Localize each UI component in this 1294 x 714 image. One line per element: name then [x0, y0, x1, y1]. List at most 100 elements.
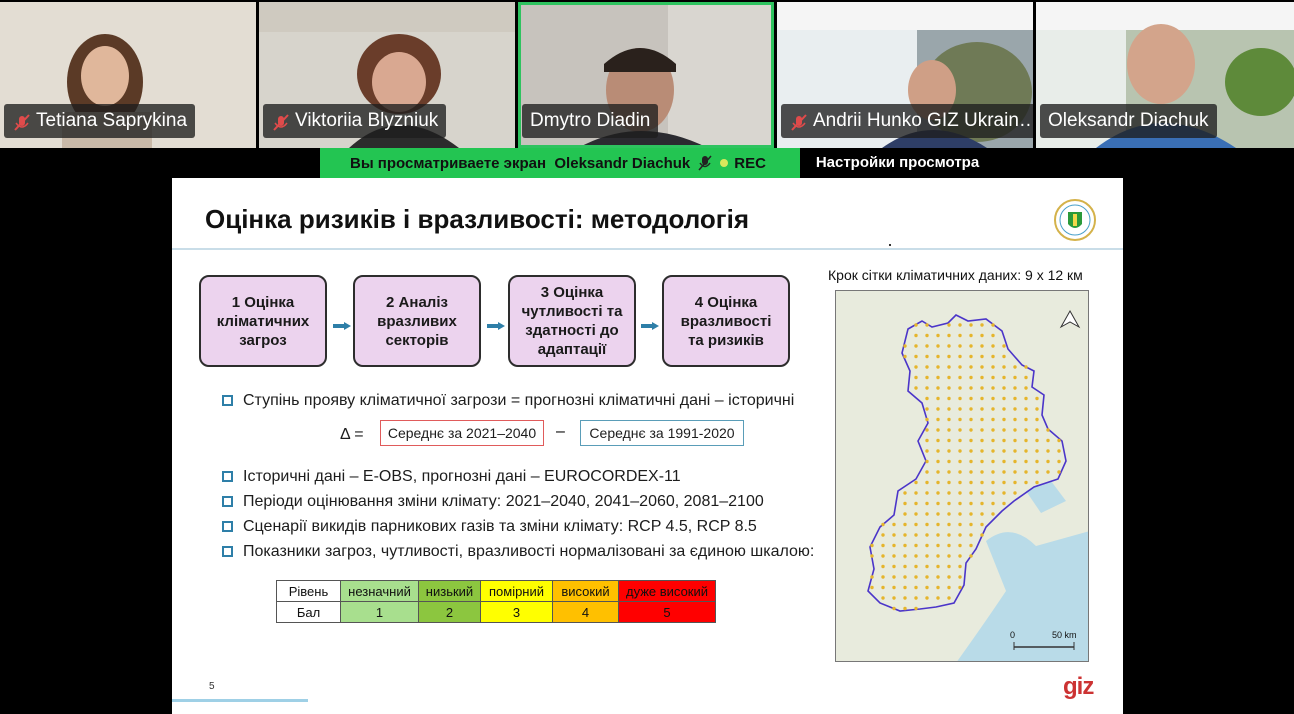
grid-point — [991, 417, 995, 422]
grid-point — [936, 386, 940, 390]
grid-point — [1013, 375, 1017, 380]
step-box-1: 1 Оцінка кліматичних загроз — [199, 275, 327, 367]
video-tile-active[interactable]: Dmytro Diadin — [518, 2, 774, 148]
grid-point — [958, 323, 962, 327]
grid-point — [1013, 438, 1017, 443]
grid-point — [903, 564, 907, 569]
grid-point — [1057, 470, 1061, 474]
grid-point — [914, 585, 918, 590]
video-tile[interactable]: Andrii Hunko GIZ Ukrain… — [777, 2, 1033, 148]
grid-point — [958, 554, 962, 558]
grid-point — [925, 512, 929, 516]
grid-point — [958, 459, 962, 464]
grid-point — [991, 407, 995, 411]
grid-point — [1024, 386, 1028, 390]
grid-point — [1013, 491, 1017, 495]
grid-point — [958, 449, 962, 453]
grid-point — [991, 480, 995, 485]
region-map: 0 50 km — [835, 290, 1089, 662]
grid-point — [903, 354, 907, 359]
grid-point — [980, 522, 984, 527]
grid-point — [881, 585, 885, 590]
grid-point — [925, 470, 929, 474]
grid-point — [1057, 459, 1061, 464]
grid-point — [892, 575, 896, 579]
view-settings-button[interactable]: Настройки просмотра — [800, 148, 995, 178]
grid-point — [1002, 344, 1006, 348]
grid-point — [980, 438, 984, 443]
footer-accent-line — [172, 699, 308, 702]
video-tile[interactable]: Tetiana Saprykina — [0, 2, 256, 148]
grid-point — [969, 323, 973, 327]
grid-point — [958, 585, 962, 590]
grid-point — [969, 554, 973, 558]
grid-point — [969, 512, 973, 516]
grid-point — [947, 407, 951, 411]
bullet-square-icon — [222, 546, 233, 557]
grid-point — [947, 512, 951, 516]
grid-point — [936, 354, 940, 359]
grid-point — [925, 554, 929, 558]
grid-point — [925, 543, 929, 548]
grid-point — [914, 354, 918, 359]
grid-point — [980, 459, 984, 464]
grid-point — [936, 459, 940, 464]
video-tile[interactable]: Viktoriia Blyzniuk — [259, 2, 515, 148]
grid-point — [1002, 480, 1006, 485]
grid-point — [958, 533, 962, 537]
mic-icon — [698, 155, 712, 171]
grid-point — [914, 375, 918, 380]
grid-point — [991, 501, 995, 506]
grid-point — [925, 491, 929, 495]
grid-point — [925, 323, 929, 327]
grid-point — [980, 333, 984, 338]
grid-point — [947, 480, 951, 485]
grid-point — [903, 501, 907, 506]
arrow-right-icon — [333, 322, 351, 330]
grid-point — [969, 438, 973, 443]
brand-logo: giz — [1063, 673, 1094, 700]
grid-point — [991, 491, 995, 495]
grid-point — [903, 596, 907, 600]
grid-point — [969, 522, 973, 527]
grid-point — [1013, 480, 1017, 485]
grid-point — [925, 522, 929, 527]
grid-point — [936, 480, 940, 485]
bullet-text: Історичні дані – E-OBS, прогнозні дані –… — [243, 468, 681, 485]
bullet-square-icon — [222, 471, 233, 482]
participant-name: Andrii Hunko GIZ Ukrain… — [813, 110, 1033, 131]
grid-point — [947, 596, 951, 600]
grid-point — [1024, 480, 1028, 485]
grid-point — [947, 323, 951, 327]
grid-point — [947, 543, 951, 548]
grid-point — [991, 375, 995, 380]
grid-point — [914, 480, 918, 485]
grid-point — [958, 386, 962, 390]
bullet-text: Періоди оцінювання зміни клімату: 2021–2… — [243, 493, 764, 510]
grid-point — [947, 449, 951, 453]
bullet-item: Періоди оцінювання зміни клімату: 2021–2… — [222, 493, 764, 511]
grid-point — [969, 459, 973, 464]
grid-point — [892, 522, 896, 527]
table-cell: Бал — [276, 601, 341, 623]
grid-point — [892, 543, 896, 548]
video-tile[interactable]: Oleksandr Diachuk — [1036, 2, 1294, 148]
grid-point — [980, 396, 984, 401]
grid-point — [969, 543, 973, 548]
grid-point — [914, 344, 918, 348]
table-cell: 4 — [552, 601, 619, 623]
bullet-square-icon — [222, 395, 233, 406]
grid-point — [958, 501, 962, 506]
grid-point — [980, 428, 984, 432]
grid-point — [936, 564, 940, 569]
grid-point — [980, 344, 984, 348]
grid-point — [1013, 449, 1017, 453]
grid-point — [991, 438, 995, 443]
grid-point — [1013, 386, 1017, 390]
grid-point — [925, 354, 929, 359]
table-cell: високий — [552, 580, 619, 602]
participant-name-tag: Viktoriia Blyzniuk — [263, 104, 447, 138]
grid-point — [936, 522, 940, 527]
grid-point — [925, 575, 929, 579]
grid-point — [947, 554, 951, 558]
